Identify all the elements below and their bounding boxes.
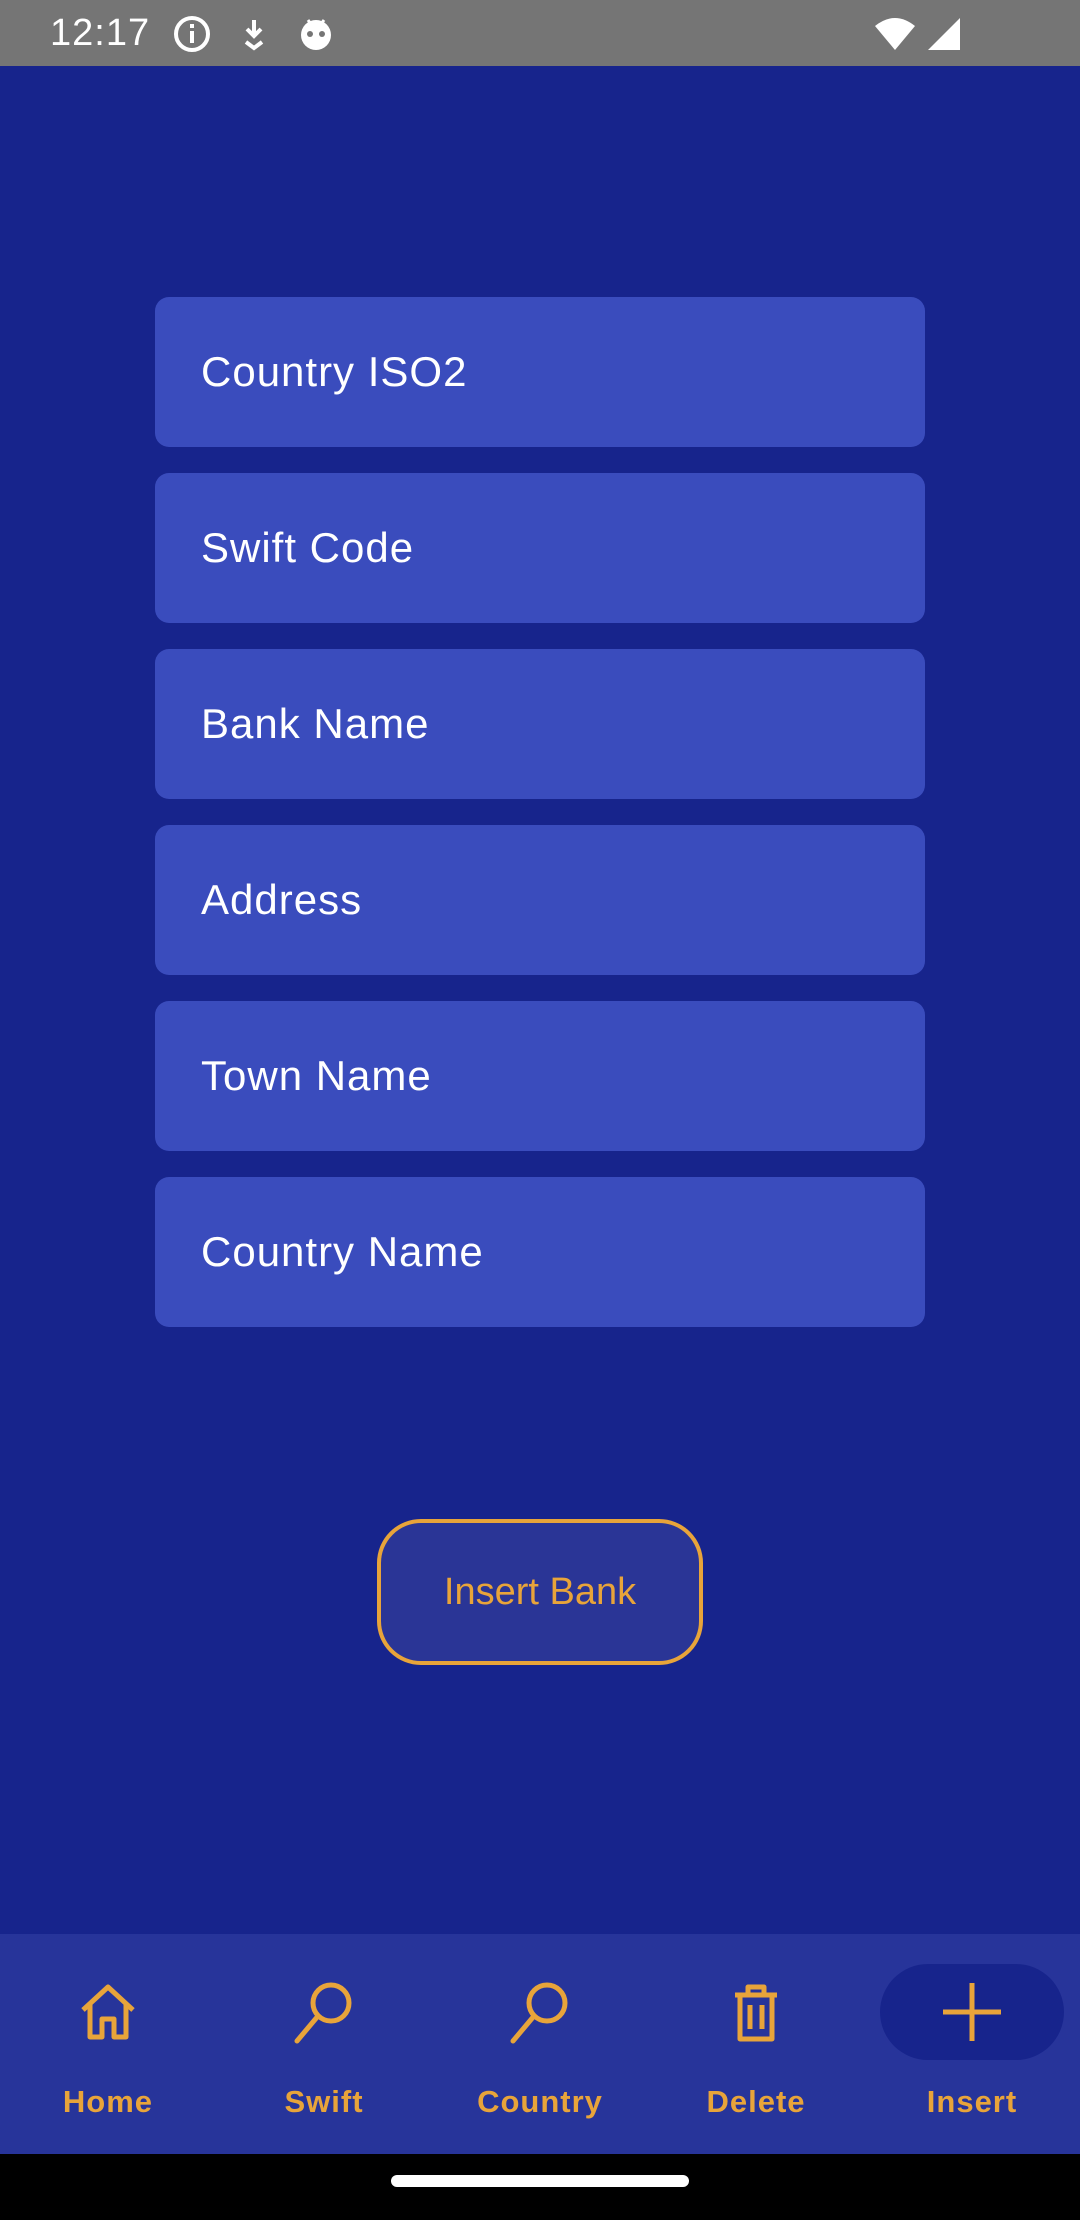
nav-item-swift[interactable]: Swift — [216, 1934, 432, 2154]
plus-icon — [943, 1983, 1001, 2041]
country-name-field[interactable] — [155, 1177, 925, 1327]
bottom-navigation: Home Swift Country Delete Insert — [0, 1934, 1080, 2154]
bank-name-input[interactable] — [201, 700, 879, 748]
insert-bank-form — [155, 297, 925, 1353]
swift-code-input[interactable] — [201, 524, 879, 572]
download-icon — [234, 14, 274, 54]
search-icon — [510, 1982, 568, 2044]
nav-label-delete: Delete — [706, 2084, 806, 2119]
signal-icon — [926, 16, 962, 52]
status-bar: 12:17 — [0, 0, 1080, 66]
status-notification-icons — [172, 14, 336, 54]
bank-name-field[interactable] — [155, 649, 925, 799]
address-input[interactable] — [201, 876, 879, 924]
status-time: 12:17 — [50, 12, 151, 54]
trash-icon — [735, 1984, 777, 2042]
search-icon — [294, 1982, 352, 2044]
country-iso2-input[interactable] — [201, 348, 879, 396]
town-name-input[interactable] — [201, 1052, 879, 1100]
nav-item-insert[interactable]: Insert — [864, 1934, 1080, 2154]
address-field[interactable] — [155, 825, 925, 975]
system-navigation-bar — [0, 2154, 1080, 2220]
nav-icon-container — [448, 1964, 632, 2060]
nav-icon-container — [232, 1964, 416, 2060]
nav-item-home[interactable]: Home — [0, 1934, 216, 2154]
town-name-field[interactable] — [155, 1001, 925, 1151]
nav-label-country: Country — [477, 2084, 603, 2119]
nav-icon-container — [16, 1964, 200, 2060]
wifi-icon — [874, 16, 916, 52]
nav-label-swift: Swift — [284, 2084, 364, 2119]
nav-item-country[interactable]: Country — [432, 1934, 648, 2154]
insert-bank-button[interactable]: Insert Bank — [377, 1519, 703, 1665]
nav-icon-container — [664, 1964, 848, 2060]
status-system-icons — [874, 16, 962, 52]
home-gesture-handle[interactable] — [391, 2175, 689, 2187]
country-name-input[interactable] — [201, 1228, 879, 1276]
nav-label-home: Home — [62, 2084, 154, 2119]
swift-code-field[interactable] — [155, 473, 925, 623]
main-content: Insert Bank — [0, 66, 1080, 1934]
country-iso2-field[interactable] — [155, 297, 925, 447]
nav-label-insert: Insert — [926, 2084, 1018, 2119]
android-icon — [296, 14, 336, 54]
nav-item-delete[interactable]: Delete — [648, 1934, 864, 2154]
nav-icon-container-active — [880, 1964, 1064, 2060]
info-icon — [172, 14, 212, 54]
home-icon — [81, 1984, 135, 2040]
